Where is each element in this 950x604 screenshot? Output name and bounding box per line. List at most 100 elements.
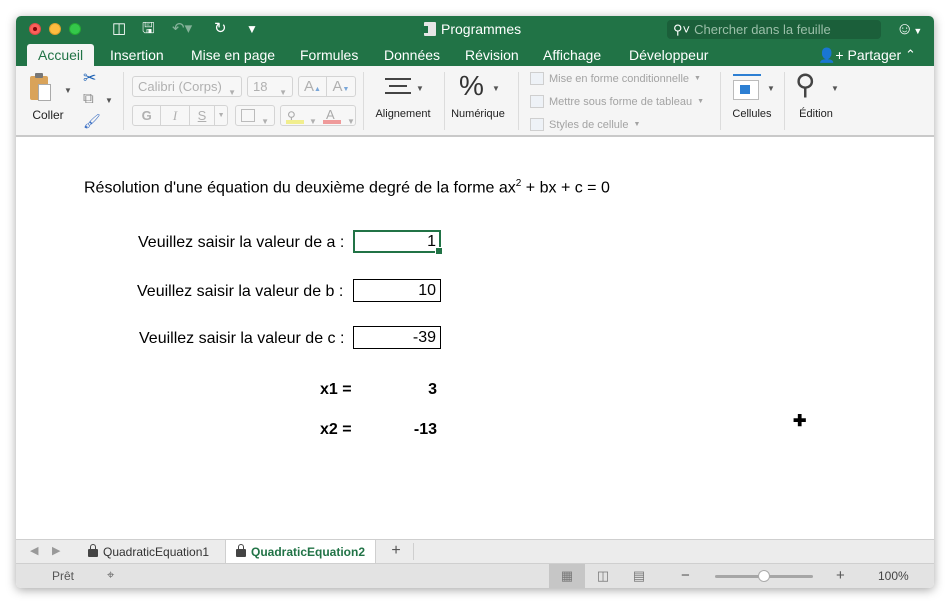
collapse-ribbon-icon[interactable]: ⌃	[905, 45, 916, 65]
result-label-x2: x2 =	[320, 421, 352, 438]
editing-dropdown-icon[interactable]: ▼	[831, 84, 839, 93]
separator	[123, 72, 124, 130]
sheet-title[interactable]: Résolution d'une équation du deuxième de…	[84, 178, 610, 197]
input-cell-c[interactable]: -39	[353, 326, 441, 349]
underline-dropdown-icon[interactable]: ▼	[215, 106, 227, 125]
copy-icon[interactable]: ⧉	[83, 90, 94, 107]
sidebar-toggle-icon[interactable]: ◫	[112, 20, 126, 38]
search-sheet-input[interactable]: ⚲˅ Chercher dans la feuille	[667, 20, 881, 39]
input-cell-a[interactable]: 1	[353, 230, 443, 255]
feedback-smiley-icon[interactable]: ☺▼	[896, 19, 922, 39]
separator	[518, 72, 519, 130]
bold-button[interactable]: G	[133, 106, 162, 125]
sheet-title-suffix: + bx + c = 0	[521, 179, 610, 197]
tab-accueil[interactable]: Accueil	[27, 44, 95, 66]
font-name-value: Calibri (Corps)	[138, 79, 222, 94]
tab-developpeur[interactable]: Développeur	[618, 44, 719, 66]
format-as-table-icon	[530, 95, 544, 108]
sheet-tabs-bar: ◀ ▶ QuadraticEquation1 QuadraticEquation…	[16, 539, 934, 563]
cut-icon[interactable]: ✂	[83, 68, 96, 88]
normal-view-button[interactable]: ▦	[549, 564, 585, 588]
chevron-down-icon: ▼	[279, 88, 287, 97]
sheet-tab-quadraticequation1[interactable]: QuadraticEquation1	[78, 540, 219, 563]
paste-dropdown-icon[interactable]: ▼	[64, 86, 72, 95]
macro-record-icon[interactable]: ⌖	[107, 567, 114, 583]
font-color-swatch	[323, 120, 341, 124]
next-sheet-icon[interactable]: ▶	[52, 544, 60, 557]
lock-icon	[88, 544, 98, 557]
status-bar: Prêt ⌖ ▦ ◫ ▤ − + 100%	[16, 563, 934, 588]
shrink-font-button[interactable]: A▼	[327, 77, 355, 96]
format-as-table-button[interactable]: Mettre sous forme de tableau ▼	[530, 95, 704, 108]
tab-donnees[interactable]: Données	[373, 44, 451, 66]
search-editing-icon[interactable]: ⚲	[795, 68, 816, 101]
fill-dropdown-icon[interactable]: ▼	[309, 112, 317, 131]
page-layout-view-button[interactable]: ◫	[585, 564, 621, 588]
tab-revision[interactable]: Révision	[454, 44, 530, 66]
sheet-tab-label: QuadraticEquation1	[103, 544, 210, 559]
paste-icon[interactable]	[28, 72, 52, 102]
separator	[784, 72, 785, 130]
separator	[413, 543, 414, 560]
number-format-label: Numérique	[451, 108, 505, 120]
tab-affichage[interactable]: Affichage	[532, 44, 612, 66]
grid-icon: ▦	[560, 568, 574, 583]
percent-icon[interactable]: %	[459, 70, 484, 102]
close-window-button[interactable]	[29, 23, 41, 35]
share-label: Partager	[847, 47, 902, 63]
cell-styles-label: Styles de cellule	[549, 118, 629, 131]
cell-styles-button[interactable]: Styles de cellule ▼	[530, 118, 640, 131]
lock-icon	[236, 544, 246, 557]
share-button[interactable]: 👤+ Partager	[818, 45, 901, 65]
result-value-x2[interactable]: -13	[353, 421, 437, 439]
borders-button[interactable]: ▼	[235, 105, 275, 126]
editing-label: Édition	[799, 108, 833, 120]
grow-font-button[interactable]: A▲	[299, 77, 328, 96]
previous-sheet-icon[interactable]: ◀	[30, 544, 38, 557]
cells-label: Cellules	[732, 108, 772, 120]
text-style-buttons: G I S ▼	[132, 105, 228, 126]
copy-dropdown-icon[interactable]: ▼	[105, 96, 113, 105]
search-icon: ⚲˅	[673, 22, 691, 37]
paste-label: Coller	[32, 108, 64, 122]
separator	[363, 72, 364, 130]
tab-insertion[interactable]: Insertion	[99, 44, 175, 66]
font-color-dropdown-icon[interactable]: ▼	[347, 112, 355, 131]
tab-formules[interactable]: Formules	[289, 44, 369, 66]
excel-window: ◫ 🖫 ↶▾ ↻ ▼ Programmes ⚲˅ Chercher dans l…	[16, 16, 934, 588]
sheet-tab-quadraticequation2[interactable]: QuadraticEquation2	[225, 540, 377, 563]
zoom-slider[interactable]	[715, 570, 813, 582]
customize-toolbar-icon[interactable]: ▼	[246, 20, 258, 38]
number-dropdown-icon[interactable]: ▼	[492, 84, 500, 93]
alignment-icon[interactable]	[385, 78, 411, 94]
undo-icon[interactable]: ↶▾	[172, 20, 192, 38]
zoom-level[interactable]: 100%	[878, 569, 909, 583]
cells-icon[interactable]	[733, 74, 761, 100]
add-sheet-button[interactable]: +	[386, 540, 406, 563]
format-painter-icon[interactable]: 🖌	[83, 113, 101, 130]
result-value-x1[interactable]: 3	[353, 381, 437, 399]
input-label-a: Veuillez saisir la valeur de a :	[138, 234, 345, 251]
zoom-out-button[interactable]: −	[681, 567, 690, 584]
input-cell-b[interactable]: 10	[353, 279, 441, 302]
worksheet[interactable]: Résolution d'une équation du deuxième de…	[16, 137, 934, 539]
cells-dropdown-icon[interactable]: ▼	[767, 84, 775, 93]
minimize-window-button[interactable]	[49, 23, 61, 35]
italic-button[interactable]: I	[161, 106, 190, 125]
font-size-select[interactable]: 18 ▼	[247, 76, 293, 97]
page-break-view-button[interactable]: ▤	[621, 564, 657, 588]
maximize-window-button[interactable]	[69, 23, 81, 35]
redo-icon[interactable]: ↻	[214, 20, 227, 38]
input-label-c: Veuillez saisir la valeur de c :	[139, 330, 345, 347]
save-icon[interactable]: 🖫	[142, 20, 155, 38]
underline-button[interactable]: S	[190, 106, 216, 125]
tab-mise-en-page[interactable]: Mise en page	[180, 44, 286, 66]
conditional-format-button[interactable]: Mise en forme conditionnelle ▼	[530, 72, 701, 85]
zoom-in-button[interactable]: +	[836, 567, 845, 584]
font-name-select[interactable]: Calibri (Corps) ▼	[132, 76, 242, 97]
excel-document-icon	[421, 22, 436, 36]
cell-cursor-icon: ✚	[793, 413, 807, 430]
fill-color-swatch	[286, 120, 304, 124]
alignment-dropdown-icon[interactable]: ▼	[416, 84, 424, 93]
zoom-slider-thumb[interactable]	[758, 570, 770, 582]
